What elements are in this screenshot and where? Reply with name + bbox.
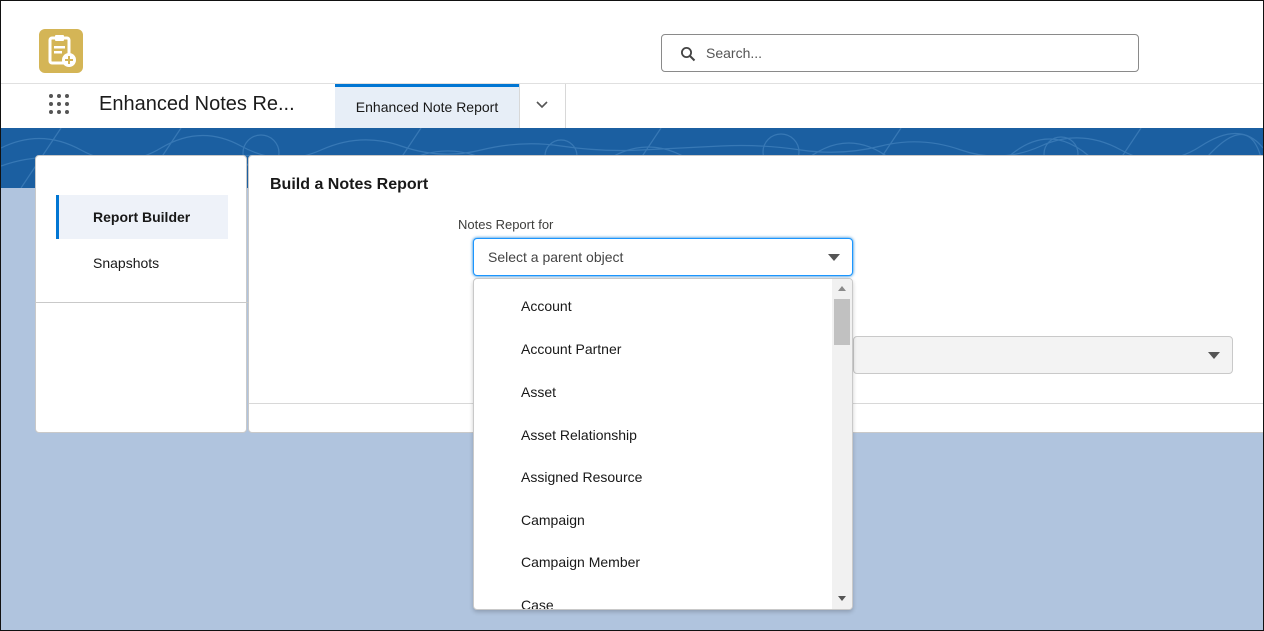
search-input[interactable]	[706, 43, 1106, 63]
notes-report-for-label: Notes Report for	[458, 217, 554, 232]
dropdown-option[interactable]: Assigned Resource	[474, 456, 832, 499]
app-launcher-icon[interactable]	[49, 94, 73, 118]
scroll-down-arrow-icon[interactable]	[838, 596, 846, 601]
chevron-down-icon	[536, 101, 548, 109]
sidebar-item-report-builder[interactable]: Report Builder	[56, 195, 228, 239]
page-title: Build a Notes Report	[270, 176, 429, 193]
combobox-placeholder: Select a parent object	[488, 249, 624, 265]
sidebar-item-snapshots[interactable]: Snapshots	[56, 241, 228, 285]
dropdown-option[interactable]: Account Partner	[474, 328, 832, 371]
scroll-thumb[interactable]	[834, 299, 850, 345]
dropdown-scrollbar[interactable]	[832, 279, 852, 609]
dropdown-option[interactable]: Campaign Member	[474, 541, 832, 584]
sidebar-card: Report Builder Snapshots	[35, 155, 248, 433]
global-search[interactable]	[661, 34, 1139, 72]
caret-down-icon	[1208, 352, 1220, 359]
dropdown-option[interactable]: Asset Relationship	[474, 414, 832, 457]
scroll-up-arrow-icon[interactable]	[838, 286, 846, 291]
nav-bar: Enhanced Notes Re... Enhanced Note Repor…	[1, 83, 1263, 129]
app-logo-icon	[39, 29, 83, 73]
app-window: Enhanced Notes Re... Enhanced Note Repor…	[0, 0, 1264, 631]
dropdown-list: Account Account Partner Asset Asset Rela…	[474, 279, 832, 609]
parent-object-dropdown[interactable]: Account Account Partner Asset Asset Rela…	[473, 278, 853, 610]
sidebar-nav: Report Builder Snapshots	[36, 156, 248, 303]
parent-object-combobox[interactable]: Select a parent object	[473, 238, 853, 276]
dropdown-option[interactable]: Case	[474, 584, 832, 609]
caret-down-icon	[828, 254, 840, 261]
search-icon	[681, 47, 696, 62]
app-name: Enhanced Notes Re...	[99, 93, 295, 115]
dropdown-option[interactable]: Asset	[474, 371, 832, 414]
tab-menu-button[interactable]	[519, 84, 566, 129]
dropdown-option[interactable]: Campaign	[474, 499, 832, 542]
disabled-combobox	[853, 336, 1233, 374]
dropdown-option[interactable]: Account	[474, 285, 832, 328]
tab-enhanced-note-report[interactable]: Enhanced Note Report	[335, 84, 519, 129]
